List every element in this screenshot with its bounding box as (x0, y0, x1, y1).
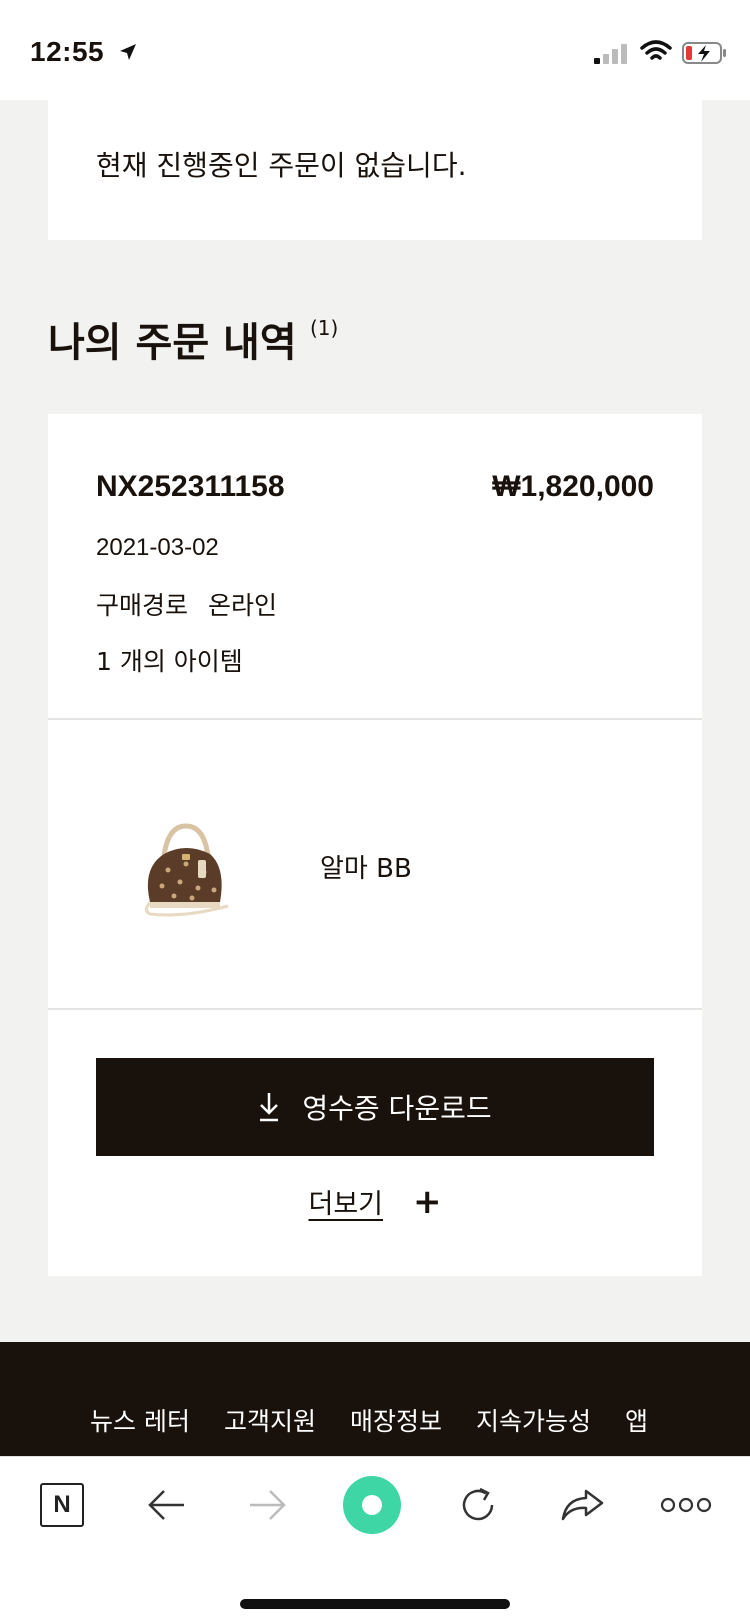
status-bar: 12:55 (0, 0, 750, 100)
share-button[interactable] (552, 1475, 612, 1535)
download-receipt-label: 영수증 다운로드 (302, 1092, 492, 1125)
cell-signal-icon (594, 44, 627, 64)
footer-links: 뉴스 레터 고객지원 매장정보 지속가능성 앱 (90, 1402, 648, 1438)
naver-n-icon: N (40, 1483, 84, 1527)
order-history-count: (1) (310, 316, 339, 340)
order-item-count: 1 개의 아이템 (96, 647, 243, 676)
download-icon (258, 1091, 280, 1123)
order-card: NX252311158 ₩1,820,000 2021-03-02 구매경로 온라… (48, 414, 702, 1276)
order-number: NX252311158 (96, 470, 285, 503)
order-channel-label: 구매경로 (96, 591, 189, 620)
product-name[interactable]: 알마 BB (320, 848, 412, 885)
forward-button[interactable] (238, 1475, 298, 1535)
home-indicator (240, 1599, 510, 1609)
footer-link-app[interactable]: 앱 (625, 1402, 648, 1438)
reload-icon (462, 1487, 494, 1521)
arrow-right-icon (250, 1490, 286, 1520)
order-date: 2021-03-02 (96, 534, 219, 561)
reload-button[interactable] (448, 1475, 508, 1535)
wifi-icon (640, 40, 672, 60)
footer: 뉴스 레터 고객지원 매장정보 지속가능성 앱 (0, 1342, 750, 1462)
order-history-title: 나의 주문 내역 (48, 320, 297, 366)
arrow-left-icon (148, 1490, 184, 1520)
more-menu-button[interactable] (656, 1475, 716, 1535)
browser-toolbar: N (0, 1456, 750, 1624)
battery-charging-icon (682, 42, 726, 64)
order-price: ₩1,820,000 (492, 470, 654, 503)
product-image[interactable] (128, 814, 238, 924)
current-orders-card: 현재 진행중인 주문이 없습니다. (48, 100, 702, 240)
divider (48, 1008, 702, 1010)
green-dot-button[interactable] (342, 1475, 402, 1535)
back-button[interactable] (136, 1475, 196, 1535)
download-receipt-button[interactable]: 영수증 다운로드 (96, 1058, 654, 1156)
divider (48, 718, 702, 720)
plus-icon[interactable]: + (413, 1185, 442, 1219)
status-time: 12:55 (30, 36, 105, 67)
more-dots-icon (660, 1497, 712, 1513)
footer-link-newsletter[interactable]: 뉴스 레터 (90, 1402, 190, 1438)
location-arrow-icon (120, 44, 136, 60)
footer-link-sustainability[interactable]: 지속가능성 (476, 1402, 591, 1438)
empty-orders-message: 현재 진행중인 주문이 없습니다. (96, 149, 467, 182)
show-more-label[interactable]: 더보기 (308, 1182, 383, 1221)
order-channel-value: 온라인 (208, 591, 278, 620)
footer-link-stores[interactable]: 매장정보 (350, 1402, 442, 1438)
footer-link-support[interactable]: 고객지원 (224, 1402, 316, 1438)
order-channel: 구매경로 온라인 (96, 586, 277, 622)
naver-home-button[interactable]: N (32, 1475, 92, 1535)
green-dot-icon (343, 1476, 401, 1534)
show-more-link[interactable]: 더보기 + (48, 1182, 702, 1221)
share-icon (561, 1489, 604, 1521)
